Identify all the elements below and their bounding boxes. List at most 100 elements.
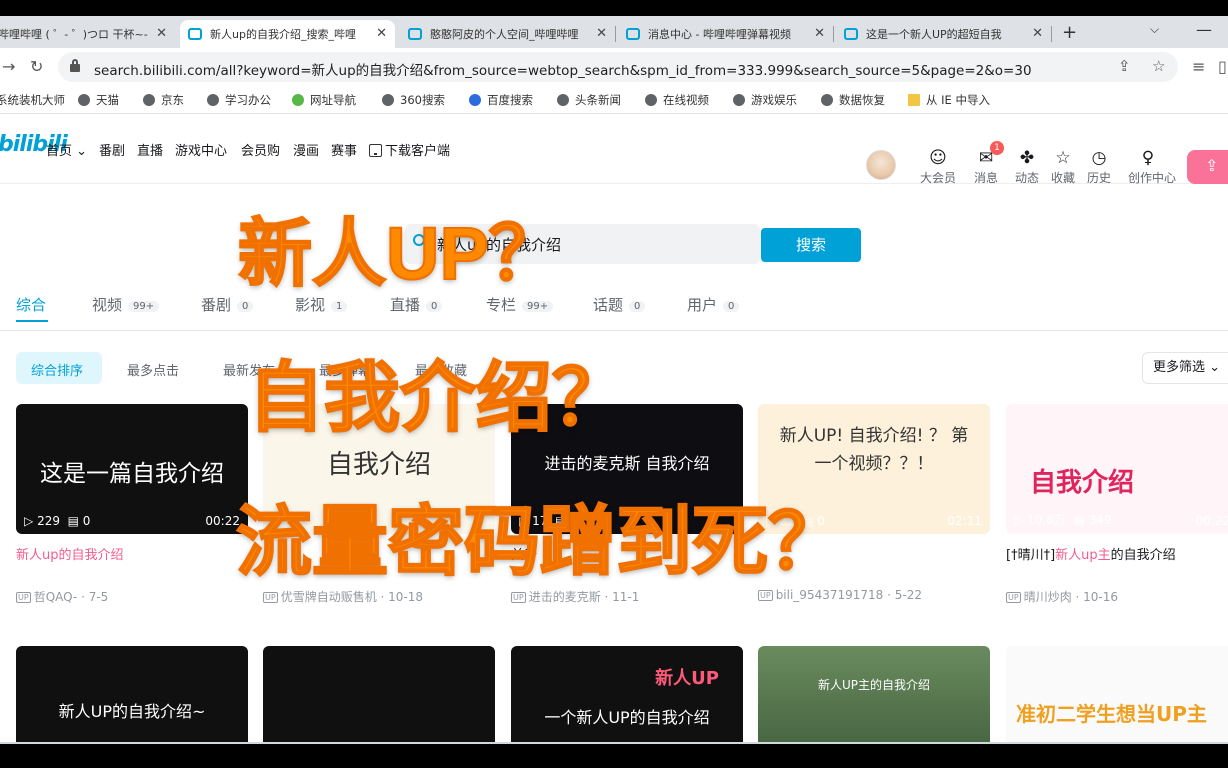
up-icon: UP — [511, 592, 526, 603]
message-count-badge: 1 — [990, 141, 1004, 155]
video-thumbnail[interactable]: 自我介绍 ▷ 10.8万 ▤ 349 00:22 — [1006, 404, 1228, 534]
globe-icon — [382, 94, 394, 106]
title-highlight: 新人up的自我介绍 — [16, 548, 124, 563]
nav-home[interactable]: 首页 ⌄ — [46, 140, 87, 159]
thumbnail-badge: 新人UP — [655, 668, 719, 689]
nav-esports[interactable]: 赛事 — [331, 140, 357, 159]
bilibili-tv-icon — [626, 28, 640, 40]
paw-icon — [469, 94, 481, 106]
vip-button[interactable]: ☺ 大会员 — [918, 148, 958, 186]
bookmark-item[interactable]: 头条新闻 — [557, 92, 621, 108]
reload-icon[interactable]: ↻ — [30, 57, 43, 76]
tab-message-center[interactable]: 消息中心 - 哔哩哔哩弹幕视频 ✕ — [618, 20, 833, 48]
upload-button[interactable]: ⇪ — [1187, 150, 1228, 184]
globe-icon — [733, 94, 745, 106]
bookmark-label: 京东 — [161, 93, 184, 107]
dynamics-label: 动态 — [1014, 171, 1039, 185]
close-icon[interactable]: ✕ — [596, 26, 607, 41]
creator-center-button[interactable]: ♀ 创作中心 — [1128, 148, 1177, 186]
reading-list-icon[interactable]: ≡ — [1192, 57, 1205, 76]
avatar[interactable] — [866, 150, 896, 180]
video-title[interactable]: 新人up的自我介绍 — [16, 544, 248, 563]
creator-center-label: 创作中心 — [1128, 171, 1177, 185]
video-thumbnail[interactable]: 这是一篇自我介绍 ▷ 229 ▤ 0 00:22 — [16, 404, 248, 534]
bookmark-label: 数据恢复 — [839, 93, 885, 107]
nav-game-center[interactable]: 游戏中心 — [175, 140, 227, 159]
sidebar-icon[interactable]: ▯ — [1218, 57, 1227, 76]
nav-mall[interactable]: 会员购 — [241, 140, 280, 159]
bookmark-item[interactable]: 游戏娱乐 — [733, 92, 797, 108]
more-filters-dropdown[interactable]: 更多筛选 ⌄ — [1142, 352, 1228, 384]
video-thumbnail[interactable]: 准初二学生想当UP主 — [1006, 646, 1228, 744]
url-text[interactable]: search.bilibili.com/all?keyword=新人up的自我介… — [94, 59, 1094, 79]
bookmark-item[interactable]: 系统装机大师 — [0, 92, 65, 108]
nav-manga[interactable]: 漫画 — [293, 140, 319, 159]
count-badge: 0 — [237, 301, 254, 312]
star-icon[interactable]: ☆ — [1152, 57, 1165, 75]
video-title[interactable]: [†晴川†]新人up主的自我介绍 — [1006, 544, 1228, 563]
video-meta: UP 进击的麦克斯 · 11-1 — [511, 590, 640, 604]
video-thumbnail[interactable] — [263, 646, 495, 744]
history-button[interactable]: ◷ 历史 — [1079, 148, 1119, 186]
bookmark-item[interactable]: 京东 — [143, 92, 184, 108]
up-icon: UP — [263, 592, 278, 603]
bookmark-item[interactable]: 数据恢复 — [821, 92, 885, 108]
video-thumbnail[interactable]: 新人UP 一个新人UP的自我介绍 — [511, 646, 743, 744]
bookmark-folder[interactable]: 从 IE 中导入 — [908, 92, 990, 108]
sort-default[interactable]: 综合排序 — [31, 360, 83, 379]
address-bar[interactable]: search.bilibili.com/all?keyword=新人up的自我介… — [58, 52, 1178, 82]
forward-arrow-icon[interactable]: → — [2, 57, 15, 76]
play-count: 10.8万 — [1027, 513, 1066, 527]
author-name[interactable]: 晴川炒肉 — [1024, 590, 1072, 604]
video-thumbnail[interactable]: 新人UP的自我介绍~ — [16, 646, 248, 744]
nav-live[interactable]: 直播 — [137, 140, 163, 159]
tab-users[interactable]: 用户 0 — [687, 294, 740, 315]
author-name[interactable]: 优雪牌自动贩售机 — [281, 590, 377, 604]
close-icon[interactable]: ✕ — [156, 26, 167, 41]
tab-label: 视频 — [92, 296, 123, 314]
bookmark-item[interactable]: 网址导航 — [292, 92, 356, 108]
sort-most-clicks[interactable]: 最多点击 — [127, 360, 179, 379]
bookmark-label: 学习办公 — [225, 93, 271, 107]
minimize-icon[interactable]: — — [1196, 20, 1212, 39]
new-tab-plus-icon[interactable]: + — [1062, 22, 1077, 43]
tab-search-results[interactable]: 新人up的自我介绍_搜索_哔哩 ✕ — [180, 20, 395, 48]
globe-icon — [821, 94, 833, 106]
bookmark-item[interactable]: 天猫 — [78, 92, 119, 108]
close-icon[interactable]: ✕ — [376, 26, 387, 41]
tab-video[interactable]: 这是一个新人UP的超短自我 ✕ — [836, 20, 1051, 48]
author-name[interactable]: 进击的麦克斯 — [529, 590, 601, 604]
thumbnail-text: 这是一篇自我介绍 — [40, 461, 224, 487]
bookmark-item[interactable]: 百度搜索 — [469, 92, 533, 108]
favorites-button[interactable]: ☆ 收藏 — [1043, 148, 1083, 186]
pinwheel-icon: ✤ — [1019, 148, 1035, 168]
search-button[interactable]: 搜索 — [761, 228, 861, 262]
bookmark-item[interactable]: 学习办公 — [207, 92, 271, 108]
share-icon[interactable]: ⇪ — [1118, 57, 1131, 75]
up-icon: UP — [758, 590, 773, 601]
bookmark-label: 游戏娱乐 — [751, 93, 797, 107]
bookmark-item[interactable]: 360搜索 — [382, 92, 445, 108]
dynamics-button[interactable]: ✤ 动态 — [1007, 148, 1047, 186]
close-icon[interactable]: ✕ — [1032, 26, 1043, 41]
tab-bilibili-home[interactable]: 哔哩哔哩 ( ゜- ゜)つロ 干杯~- ✕ — [0, 20, 175, 48]
tab-topics[interactable]: 话题 0 — [593, 294, 646, 315]
tab-user-space[interactable]: 憨憨阿皮的个人空间_哔哩哔哩 ✕ — [400, 20, 615, 48]
author-name[interactable]: bili_95437191718 — [776, 588, 884, 602]
letterbox-bottom — [0, 744, 1228, 768]
author-name[interactable]: 哲QAQ- — [34, 590, 78, 604]
video-meta: UP bili_95437191718 · 5-22 — [758, 588, 922, 602]
close-icon[interactable]: ✕ — [814, 26, 825, 41]
bookmark-item[interactable]: 在线视频 — [645, 92, 709, 108]
chevron-down-icon[interactable]: ⌵ — [1150, 22, 1159, 37]
tab-video[interactable]: 视频 99+ — [92, 294, 160, 315]
history-label: 历史 — [1086, 171, 1111, 185]
nav-download-client[interactable]: 下载客户端 — [369, 140, 450, 159]
nav-leaf-icon — [292, 94, 304, 106]
count-badge: 99+ — [522, 301, 554, 312]
tab-all[interactable]: 综合 — [16, 294, 46, 315]
nav-bangumi[interactable]: 番剧 — [99, 140, 125, 159]
video-thumbnail[interactable]: 新人UP主的自我介绍 — [758, 646, 990, 744]
bilibili-tv-icon — [408, 28, 422, 40]
thumbnail-text: 新人UP主的自我介绍 — [817, 678, 931, 692]
